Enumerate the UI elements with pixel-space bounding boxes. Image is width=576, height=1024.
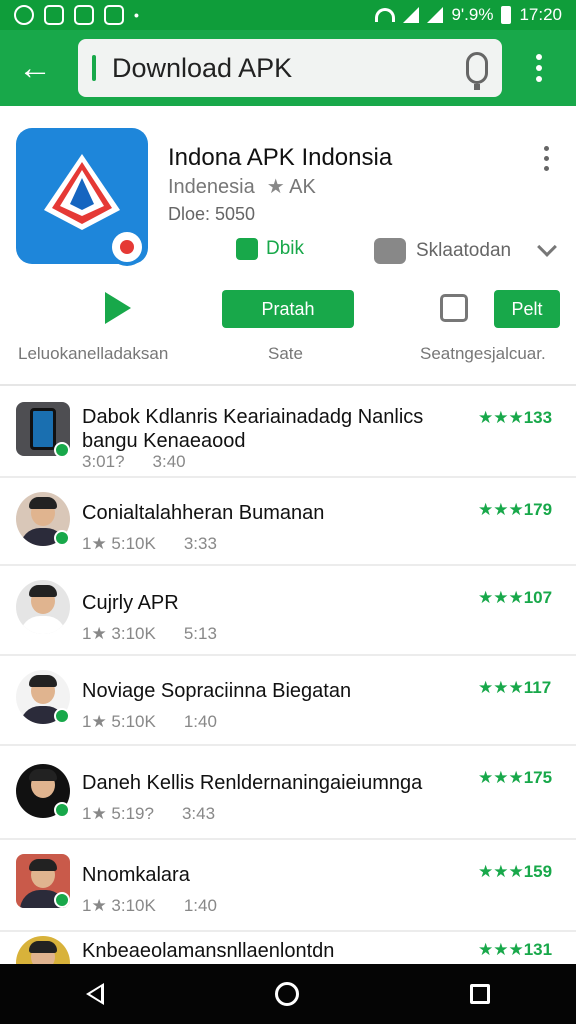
developer-name[interactable]: Indenesia <box>168 176 255 198</box>
star-icon: ★ <box>266 176 285 198</box>
search-input[interactable]: Download APK <box>78 39 502 97</box>
list-item-meta: 3:01? 3:40 <box>82 452 186 472</box>
verified-badge-icon <box>54 892 70 908</box>
bag-icon <box>236 238 258 260</box>
list-item-title: Conialtalahheran Bumanan <box>82 502 325 524</box>
list-item-title: Knbeaeolamansnllaenlontdn <box>82 940 335 962</box>
list-item-time: 1:40 <box>183 896 217 915</box>
list-item[interactable]: Dabok Kdlanris Keariainadadg Nanlics ban… <box>0 386 576 478</box>
list-item-rating: ★★★117 <box>478 678 552 697</box>
list-item-meta: 1★ 3:10K 1:40 <box>82 896 217 916</box>
system-nav-bar <box>0 964 576 1024</box>
list-item-time: 3:43 <box>181 804 216 823</box>
list-item-size: 1★ 3:10K <box>82 896 156 915</box>
toolbar: ← Download APK <box>0 30 576 106</box>
app-developer[interactable]: Indenesia ★ AK <box>168 174 316 199</box>
action-label-3: Seatngesjalcuar. <box>420 344 546 363</box>
signal-icon-2 <box>427 7 444 23</box>
notification-dot-icon: • <box>134 7 139 23</box>
list-item-meta: 1★ 5:10K 1:40 <box>82 712 217 732</box>
secondary-button[interactable]: Pelt <box>494 290 560 328</box>
list-item[interactable]: Noviage Sopraciinna Biegatan 1★ 5:10K 1:4… <box>0 656 576 746</box>
app-badge-icon <box>108 228 146 266</box>
play-icon[interactable] <box>105 292 131 324</box>
list-item-rating: ★★★133 <box>478 408 553 427</box>
app-logo-icon <box>44 154 120 230</box>
avatar <box>16 580 70 634</box>
clock: 17:20 <box>519 5 562 24</box>
list-item-rating: ★★★175 <box>478 768 553 787</box>
verified-badge-icon <box>54 530 70 546</box>
back-button[interactable]: ← <box>10 43 60 93</box>
list-item-size: 1★ 3:10K <box>82 624 156 643</box>
list-item[interactable]: Conialtalahheran Bumanan 1★ 5:10K 3:33 ★★… <box>0 478 576 566</box>
nav-home-icon[interactable] <box>274 982 299 1006</box>
text-cursor <box>92 55 96 81</box>
action-label-2: Sate <box>268 344 303 363</box>
app-icon[interactable] <box>16 128 148 266</box>
verified-badge-icon <box>54 708 70 724</box>
notification-icons: • <box>14 5 139 25</box>
signal-icon <box>403 7 420 23</box>
message-icon <box>74 5 94 25</box>
list-item-title: Cujrly APR <box>82 592 179 614</box>
nav-back-icon[interactable] <box>85 983 104 1005</box>
list-item-size: 1★ 5:10K <box>82 712 156 731</box>
action-label-1: Leluokanelladaksan <box>18 344 169 363</box>
verified-badge-icon <box>54 802 70 818</box>
verified-badge-icon <box>54 442 70 458</box>
app-meta: Dloe: 5050 <box>168 204 256 224</box>
list-item-time: 1:40 <box>183 712 217 731</box>
list-item-size: 1★ 5:19? <box>82 804 154 823</box>
list-item-time: 3:33 <box>183 534 217 553</box>
app-card: Indona APK Indonsia Indenesia ★ AK Dloe: … <box>0 106 576 386</box>
list-item-rating: ★★★179 <box>478 500 553 519</box>
puzzle-icon <box>374 238 406 264</box>
list-item-rating: ★★★107 <box>478 588 553 607</box>
share-icon[interactable] <box>440 294 468 322</box>
list-item-time: 5:13 <box>183 624 217 643</box>
image-icon <box>44 5 64 25</box>
list-item-rating: ★★★131 <box>478 940 553 959</box>
list-item-meta: 1★ 5:19? 3:43 <box>82 804 215 824</box>
list-item-rating: ★★★159 <box>478 862 553 881</box>
status-bar: • 9'.9% 17:20 <box>0 0 576 30</box>
chip-puzzle-label: Sklaatodan <box>416 240 512 261</box>
system-icons: 9'.9% 17:20 <box>375 5 562 25</box>
list-item[interactable]: Knbeaeolamansnllaenlontdn ★★★131 <box>0 932 576 990</box>
wifi-icon <box>375 8 396 22</box>
chip-download[interactable]: Dbik <box>236 238 304 260</box>
sync-icon <box>14 5 34 25</box>
list-item[interactable]: Daneh Kellis Renldernaningaieiumnga 1★ 5… <box>0 746 576 840</box>
list-item-title: Nnomkalara <box>82 864 190 886</box>
save-icon <box>104 5 124 25</box>
chip-download-label: Dbik <box>266 238 305 259</box>
overflow-menu-button[interactable] <box>524 54 554 82</box>
mic-icon[interactable] <box>466 52 488 90</box>
list-item-meta: 1★ 3:10K 5:13 <box>82 624 217 644</box>
search-query[interactable]: Download APK <box>112 53 466 84</box>
chevron-down-icon[interactable] <box>537 237 557 257</box>
battery-icon <box>501 6 512 24</box>
list-item-title: Noviage Sopraciinna Biegatan <box>82 680 352 702</box>
list-item-title: Daneh Kellis Renldernaningaieiumnga <box>82 772 423 794</box>
app-title: Indona APK Indonsia <box>168 144 393 171</box>
install-button[interactable]: Pratah <box>222 290 354 328</box>
list-item-meta: 1★ 5:10K 3:33 <box>82 534 217 554</box>
list-item-time: 3:40 <box>152 452 186 471</box>
battery-percent: 9'.9% <box>451 5 494 24</box>
list-item[interactable]: Nnomkalara 1★ 3:10K 1:40 ★★★159 <box>0 840 576 932</box>
list-item-size: 3:01? <box>82 452 125 471</box>
list-item-size: 1★ 5:10K <box>82 534 156 553</box>
developer-rating: AK <box>289 176 316 198</box>
app-more-button[interactable] <box>544 146 549 171</box>
list-item-title: Dabok Kdlanris Keariainadadg Nanlics <box>82 406 424 428</box>
list-item[interactable]: Cujrly APR 1★ 3:10K 5:13 ★★★107 <box>0 566 576 656</box>
list-item-subtitle: bangu Kenaeaood <box>82 430 246 452</box>
nav-recents-icon[interactable] <box>470 984 491 1004</box>
chip-puzzle[interactable]: Sklaatodan <box>374 238 511 264</box>
